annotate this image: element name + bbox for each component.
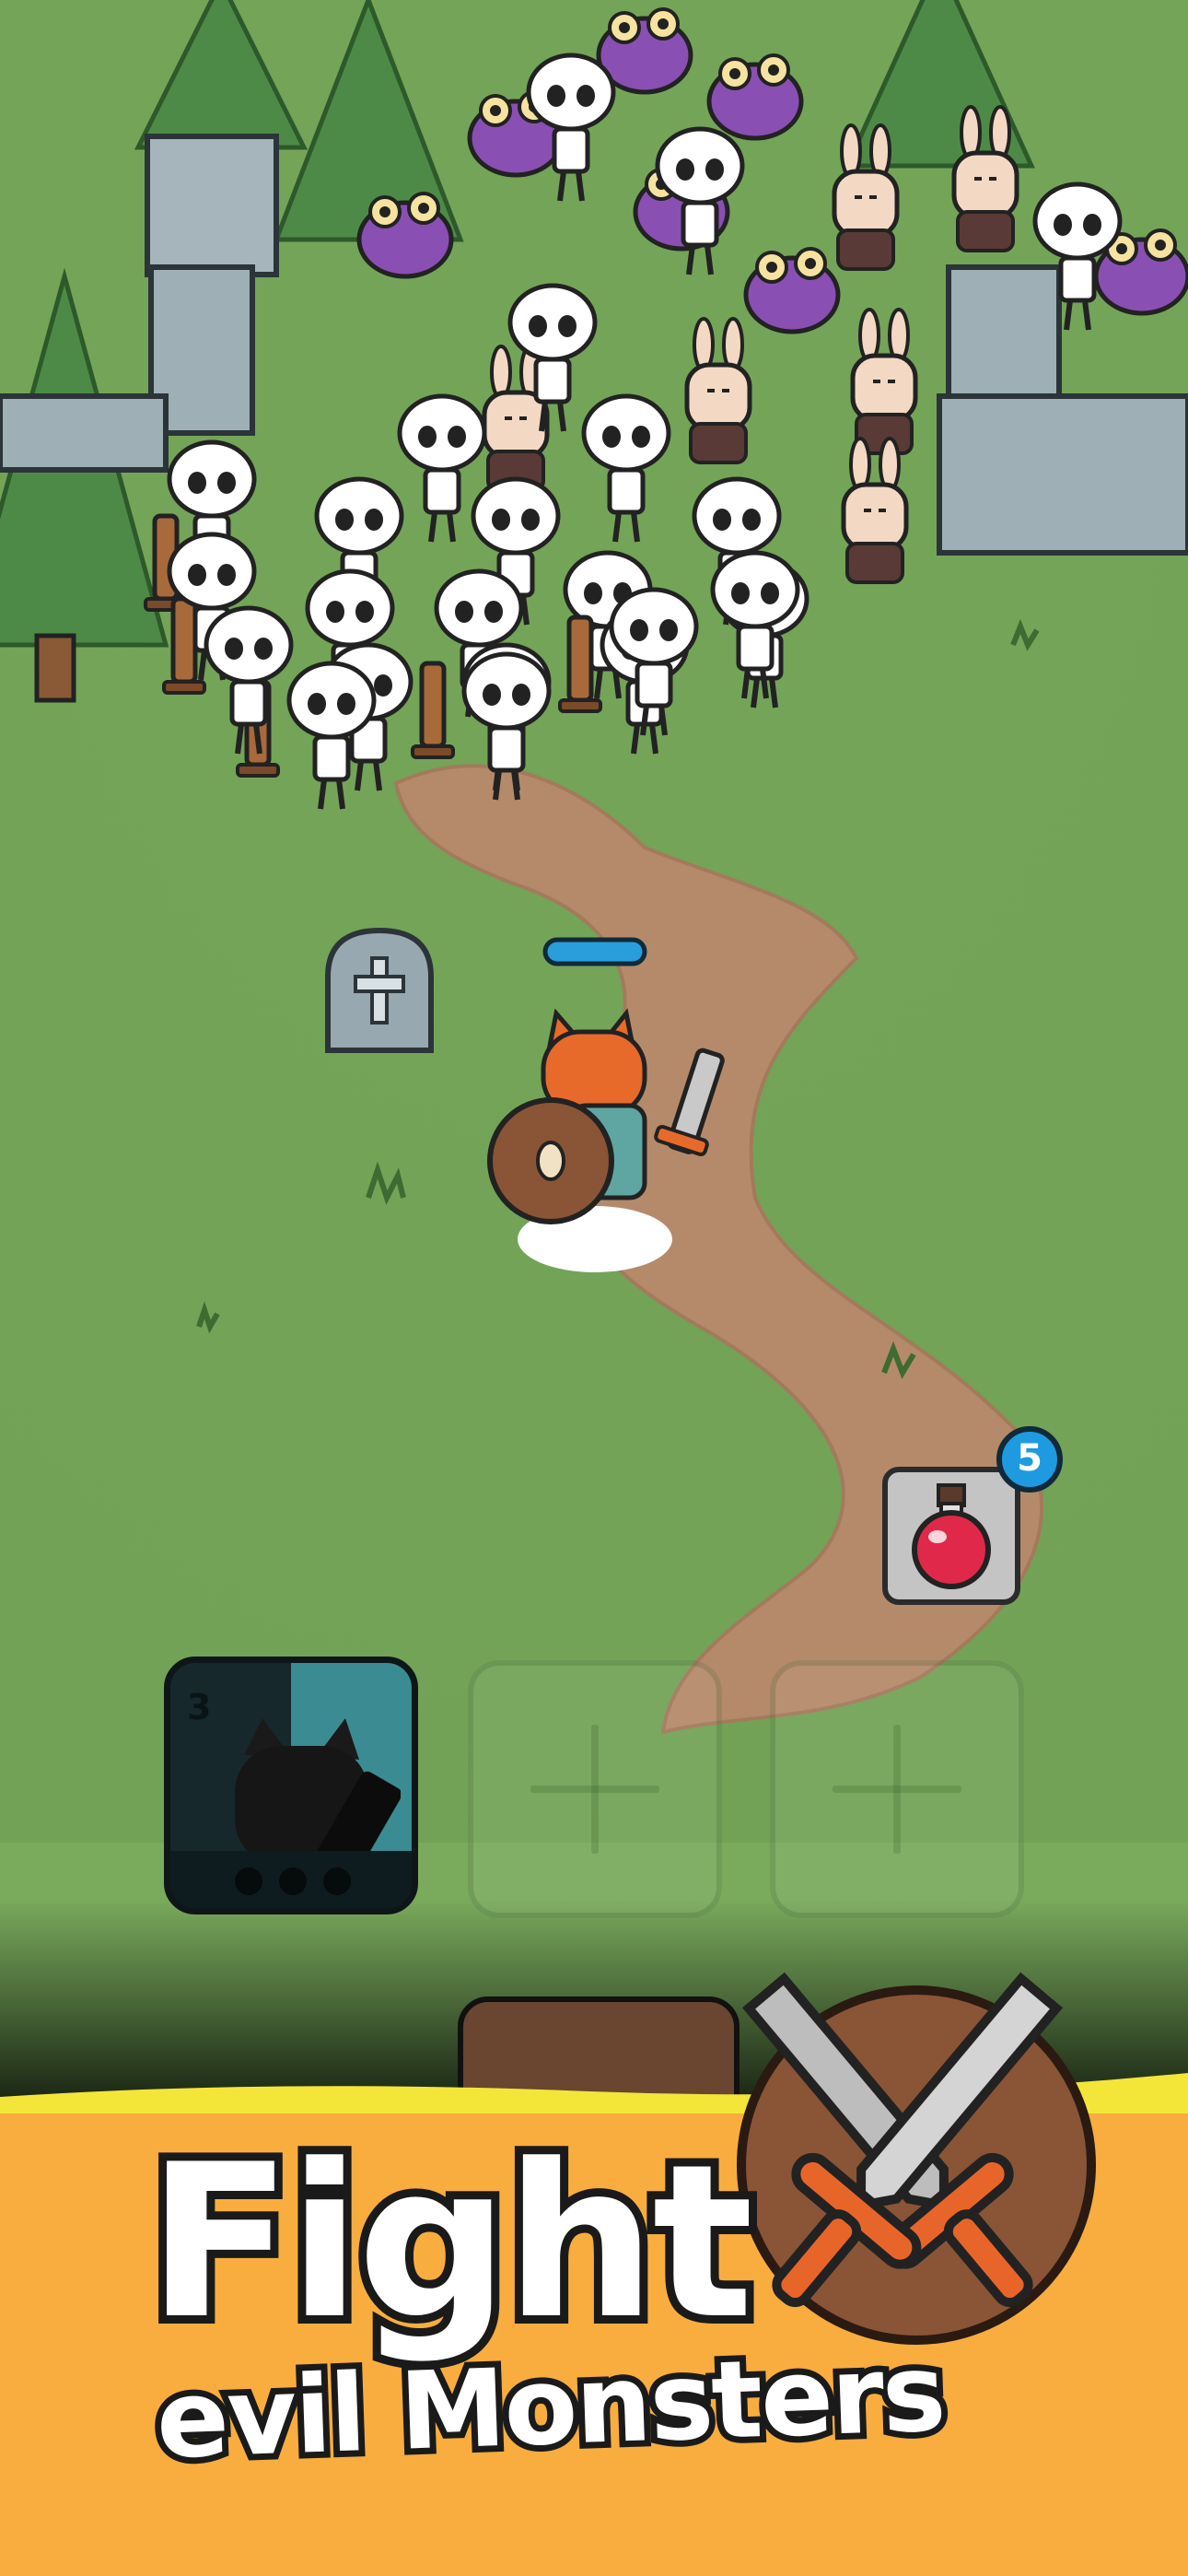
banner-subline: evil Monsters: [148, 2324, 953, 2489]
progress-dot: [323, 1868, 351, 1895]
potion-icon: [912, 1483, 991, 1589]
card-footer: [170, 1851, 412, 1908]
progress-dot: [279, 1868, 307, 1895]
progress-dot: [235, 1868, 262, 1895]
unit-card-slot[interactable]: 3: [164, 1657, 418, 1914]
unit-level: 3: [187, 1687, 212, 1727]
empty-unit-slot[interactable]: [770, 1660, 1024, 1918]
cat-warrior-icon: [235, 1718, 401, 1866]
gravestone: [325, 927, 434, 1053]
health-potion-button[interactable]: [882, 1467, 1020, 1605]
potion-count-badge: 5: [996, 1426, 1063, 1493]
banner-headline: Fight: [139, 2120, 762, 2366]
empty-unit-slot[interactable]: [468, 1660, 722, 1918]
